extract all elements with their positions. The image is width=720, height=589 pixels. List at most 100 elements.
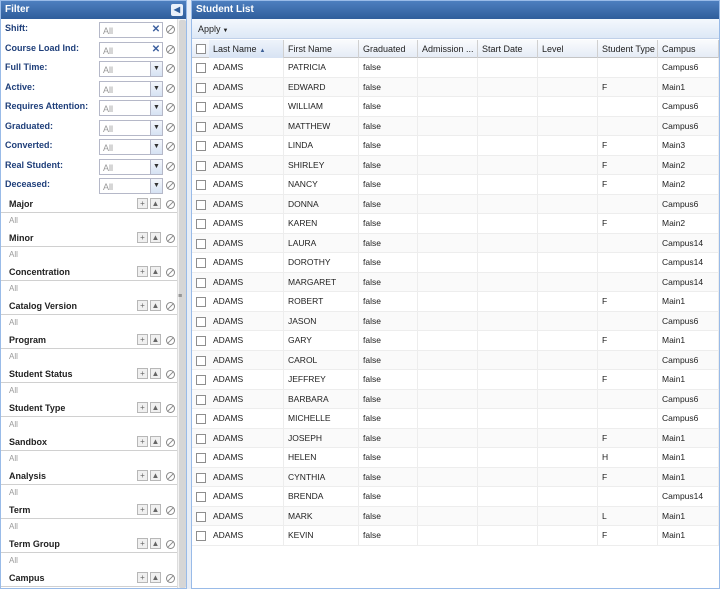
reset-icon[interactable] (166, 471, 175, 481)
filter-combo[interactable]: All ▼ (99, 100, 163, 116)
plus-icon[interactable]: + (137, 401, 148, 413)
filter-scroll-thumb[interactable] (179, 20, 186, 588)
plus-icon[interactable]: + (137, 265, 148, 277)
row-checkbox[interactable] (196, 102, 206, 112)
plus-icon[interactable]: + (137, 503, 148, 515)
table-row[interactable]: ADAMS MARK false L Main1 (192, 506, 719, 526)
plus-icon[interactable]: + (137, 299, 148, 311)
reset-icon[interactable] (166, 83, 175, 93)
arrow-up-icon[interactable]: ▲ (150, 469, 161, 481)
row-checkbox[interactable] (196, 414, 206, 424)
plus-icon[interactable]: + (137, 197, 148, 209)
reset-icon[interactable] (166, 505, 175, 515)
table-row[interactable]: ADAMS EDWARD false F Main1 (192, 77, 719, 97)
table-row[interactable]: ADAMS LAURA false Campus14 (192, 233, 719, 253)
table-row[interactable]: ADAMS CYNTHIA false F Main1 (192, 467, 719, 487)
plus-icon[interactable]: + (137, 571, 148, 583)
table-row[interactable]: ADAMS HELEN false H Main1 (192, 448, 719, 468)
reset-icon[interactable] (166, 181, 175, 190)
filter-combo[interactable]: All ✕ (99, 22, 163, 38)
chevron-down-icon[interactable]: ▼ (150, 101, 162, 115)
chevron-left-icon[interactable]: ◀ (171, 4, 183, 16)
table-row[interactable]: ADAMS SHIRLEY false F Main2 (192, 155, 719, 175)
reset-icon[interactable] (166, 539, 175, 549)
arrow-up-icon[interactable]: ▲ (150, 231, 161, 243)
row-checkbox[interactable] (196, 472, 206, 483)
chevron-down-icon[interactable]: ▼ (150, 140, 162, 154)
reset-icon[interactable] (166, 199, 175, 209)
reset-icon[interactable] (166, 142, 175, 151)
column-header[interactable]: Level (538, 40, 598, 58)
row-checkbox[interactable] (196, 511, 206, 522)
filter-combo[interactable]: All ▼ (99, 178, 163, 194)
reset-icon[interactable] (166, 64, 175, 73)
table-row[interactable]: ADAMS KAREN false F Main2 (192, 214, 719, 234)
arrow-up-icon[interactable]: ▲ (150, 537, 161, 549)
arrow-up-icon[interactable]: ▲ (150, 401, 161, 413)
reset-icon[interactable] (166, 437, 175, 447)
plus-icon[interactable]: + (137, 537, 148, 549)
chevron-down-icon[interactable]: ▼ (150, 81, 162, 96)
filter-combo[interactable]: All ▼ (99, 80, 163, 97)
apply-button[interactable]: Apply ▼ (198, 24, 228, 34)
column-header[interactable]: Campus (658, 40, 719, 58)
row-checkbox[interactable] (196, 199, 206, 210)
reset-icon[interactable] (166, 103, 175, 112)
reset-icon[interactable] (166, 267, 175, 277)
column-header[interactable]: Admission ... (418, 40, 478, 58)
reset-icon[interactable] (166, 403, 175, 413)
arrow-up-icon[interactable]: ▲ (150, 197, 161, 209)
close-icon[interactable]: ✕ (150, 23, 162, 37)
chevron-down-icon[interactable]: ▼ (150, 62, 162, 76)
table-row[interactable]: ADAMS JASON false Campus6 (192, 311, 719, 331)
row-checkbox[interactable] (196, 258, 206, 268)
row-checkbox[interactable] (196, 433, 206, 444)
arrow-up-icon[interactable]: ▲ (150, 571, 161, 583)
table-row[interactable]: ADAMS JOSEPH false F Main1 (192, 428, 719, 448)
table-row[interactable]: ADAMS DONNA false Campus6 (192, 194, 719, 214)
row-checkbox[interactable] (196, 121, 206, 132)
filter-scrollbar[interactable] (177, 19, 186, 588)
reset-icon[interactable] (166, 161, 175, 171)
arrow-up-icon[interactable]: ▲ (150, 503, 161, 515)
reset-icon[interactable] (166, 369, 175, 379)
row-checkbox[interactable] (196, 141, 206, 151)
reset-icon[interactable] (166, 335, 175, 345)
table-row[interactable]: ADAMS PATRICIA false Campus6 (192, 58, 719, 78)
row-checkbox[interactable] (196, 453, 206, 463)
table-row[interactable]: ADAMS GARY false F Main1 (192, 331, 719, 351)
table-row[interactable]: ADAMS MICHELLE false Campus6 (192, 409, 719, 429)
row-checkbox[interactable] (196, 531, 206, 541)
reset-icon[interactable] (166, 301, 175, 311)
row-checkbox[interactable] (196, 297, 206, 307)
arrow-up-icon[interactable]: ▲ (150, 265, 161, 277)
table-row[interactable]: ADAMS JEFFREY false F Main1 (192, 370, 719, 390)
column-header[interactable]: Start Date (478, 40, 538, 58)
table-row[interactable]: ADAMS BRENDA false Campus14 (192, 487, 719, 507)
reset-icon[interactable] (166, 44, 175, 54)
chevron-down-icon[interactable]: ▼ (150, 159, 162, 174)
table-row[interactable]: ADAMS ROBERT false F Main1 (192, 292, 719, 312)
filter-combo[interactable]: All ▼ (99, 61, 163, 77)
row-checkbox[interactable] (196, 355, 206, 366)
row-checkbox[interactable] (196, 219, 206, 229)
select-all-checkbox[interactable] (196, 44, 206, 54)
table-row[interactable]: ADAMS LINDA false F Main3 (192, 136, 719, 156)
row-checkbox[interactable] (196, 375, 206, 385)
table-row[interactable]: ADAMS DOROTHY false Campus14 (192, 253, 719, 273)
table-row[interactable]: ADAMS MATTHEW false Campus6 (192, 116, 719, 136)
row-checkbox[interactable] (196, 277, 206, 288)
row-checkbox[interactable] (196, 82, 206, 93)
row-checkbox[interactable] (196, 238, 206, 249)
filter-combo[interactable]: All ✕ (99, 41, 163, 58)
chevron-down-icon[interactable]: ▼ (150, 179, 162, 193)
row-checkbox[interactable] (196, 336, 206, 346)
filter-combo[interactable]: All ▼ (99, 158, 163, 175)
plus-icon[interactable]: + (137, 231, 148, 243)
row-checkbox[interactable] (196, 394, 206, 405)
table-row[interactable]: ADAMS BARBARA false Campus6 (192, 389, 719, 409)
table-row[interactable]: ADAMS WILLIAM false Campus6 (192, 97, 719, 117)
column-header[interactable]: First Name (284, 40, 359, 58)
row-checkbox[interactable] (196, 160, 206, 171)
reset-icon[interactable] (166, 573, 175, 583)
